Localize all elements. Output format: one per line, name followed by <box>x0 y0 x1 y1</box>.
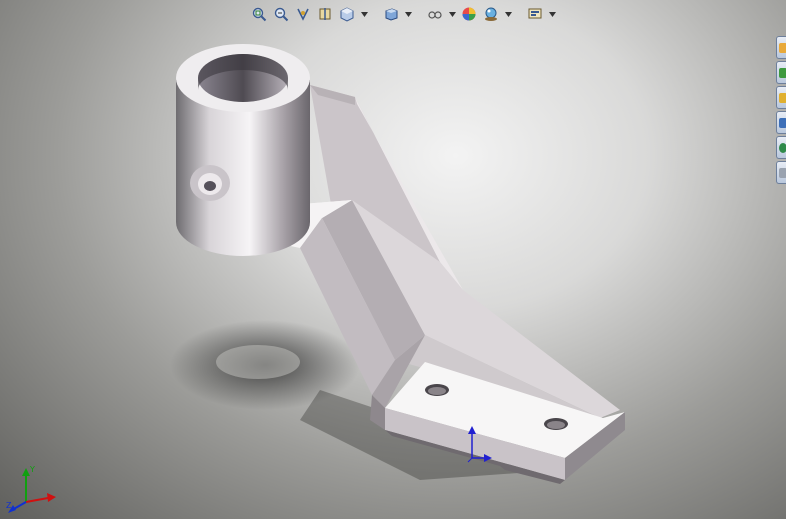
view-settings-button[interactable] <box>526 5 544 23</box>
hide-show-dropdown[interactable] <box>448 5 456 23</box>
globe-icon <box>779 142 786 153</box>
library-icon <box>779 67 786 78</box>
chevron-down-icon <box>404 11 412 17</box>
reference-triad: Z Y <box>6 465 56 513</box>
origin-indicator <box>467 426 492 463</box>
view-settings-dropdown[interactable] <box>548 5 556 23</box>
previous-view-icon <box>297 8 309 21</box>
folder-icon <box>779 92 786 103</box>
view-orientation-dropdown[interactable] <box>360 5 368 23</box>
task-pane-tabs <box>776 36 786 184</box>
zoom-to-fit-button[interactable] <box>250 5 268 23</box>
zoom-fit-icon <box>252 7 267 22</box>
view-orientation-button[interactable] <box>338 5 356 23</box>
hide-show-items-button[interactable] <box>426 5 444 23</box>
view-settings-icon <box>528 8 542 19</box>
apply-scene-dropdown[interactable] <box>504 5 512 23</box>
display-style-dropdown[interactable] <box>404 5 412 23</box>
view-orientation-icon <box>340 7 354 22</box>
home-icon <box>779 42 786 53</box>
chevron-down-icon <box>360 11 368 17</box>
edit-appearance-button[interactable] <box>460 5 478 23</box>
graphics-area[interactable]: Z Y <box>0 0 786 519</box>
tab-design-library[interactable] <box>776 61 786 84</box>
scene-icon <box>485 7 497 21</box>
tab-file-explorer[interactable] <box>776 86 786 109</box>
display-style-button[interactable] <box>382 5 400 23</box>
cylinder-boss <box>176 44 310 256</box>
previous-view-button[interactable] <box>294 5 312 23</box>
chevron-down-icon <box>548 11 556 17</box>
zoom-to-area-button[interactable] <box>272 5 290 23</box>
properties-icon <box>779 167 786 178</box>
section-view-button[interactable] <box>316 5 334 23</box>
tab-appearances-scenes[interactable] <box>776 136 786 159</box>
display-style-icon <box>385 8 398 21</box>
tab-solidworks-resources[interactable] <box>776 36 786 59</box>
appearance-icon <box>462 7 476 21</box>
zoom-area-icon <box>274 7 289 22</box>
chevron-down-icon <box>504 11 512 17</box>
apply-scene-button[interactable] <box>482 5 500 23</box>
section-view-icon <box>319 8 331 20</box>
palette-icon <box>779 117 786 128</box>
svg-text:Z: Z <box>6 501 12 510</box>
part-model[interactable] <box>0 0 786 519</box>
svg-text:Y: Y <box>29 465 35 474</box>
hide-show-icon <box>428 11 442 19</box>
tab-view-palette[interactable] <box>776 111 786 134</box>
tab-custom-properties[interactable] <box>776 161 786 184</box>
heads-up-view-toolbar <box>250 3 556 25</box>
chevron-down-icon <box>448 11 456 17</box>
